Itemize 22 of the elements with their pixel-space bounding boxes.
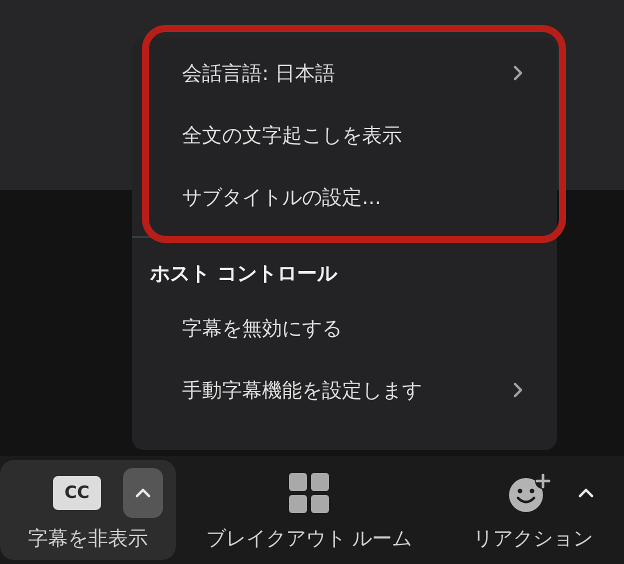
- caret-button[interactable]: [123, 468, 163, 518]
- smiley-icon: [508, 473, 552, 513]
- menu-item-label: サブタイトルの設定...: [182, 184, 382, 210]
- grid-icon: [289, 473, 329, 513]
- menu-item-label: 字幕を無効にする: [182, 314, 342, 342]
- toolbar-button[interactable]: ブレイクアウト ルーム: [176, 460, 442, 560]
- menu-header: ホスト コントロール: [149, 260, 338, 287]
- menu-item[interactable]: 会話言語: 日本語: [132, 42, 557, 104]
- menu-item-label: 会話言語: 日本語: [182, 60, 336, 86]
- menu-item-label: 全文の文字起こしを表示: [182, 122, 402, 148]
- caret-icon: [578, 488, 594, 498]
- toolbar-button[interactable]: リアクション: [442, 460, 624, 560]
- caret-icon: [135, 488, 151, 498]
- menu-item[interactable]: 全文の文字起こしを表示: [132, 104, 557, 166]
- menu-item[interactable]: 字幕を無効にする: [132, 297, 557, 359]
- captions-icon: CC: [53, 476, 101, 510]
- menu-item[interactable]: 手動字幕機能を設定します: [132, 359, 557, 421]
- menu-item[interactable]: サブタイトルの設定...: [132, 166, 557, 228]
- menu-item-label: 手動字幕機能を設定します: [182, 376, 422, 404]
- toolbar-button[interactable]: CC 字幕を非表示: [0, 460, 176, 560]
- chevron-right-icon: [513, 65, 523, 81]
- chevron-right-icon: [513, 382, 523, 398]
